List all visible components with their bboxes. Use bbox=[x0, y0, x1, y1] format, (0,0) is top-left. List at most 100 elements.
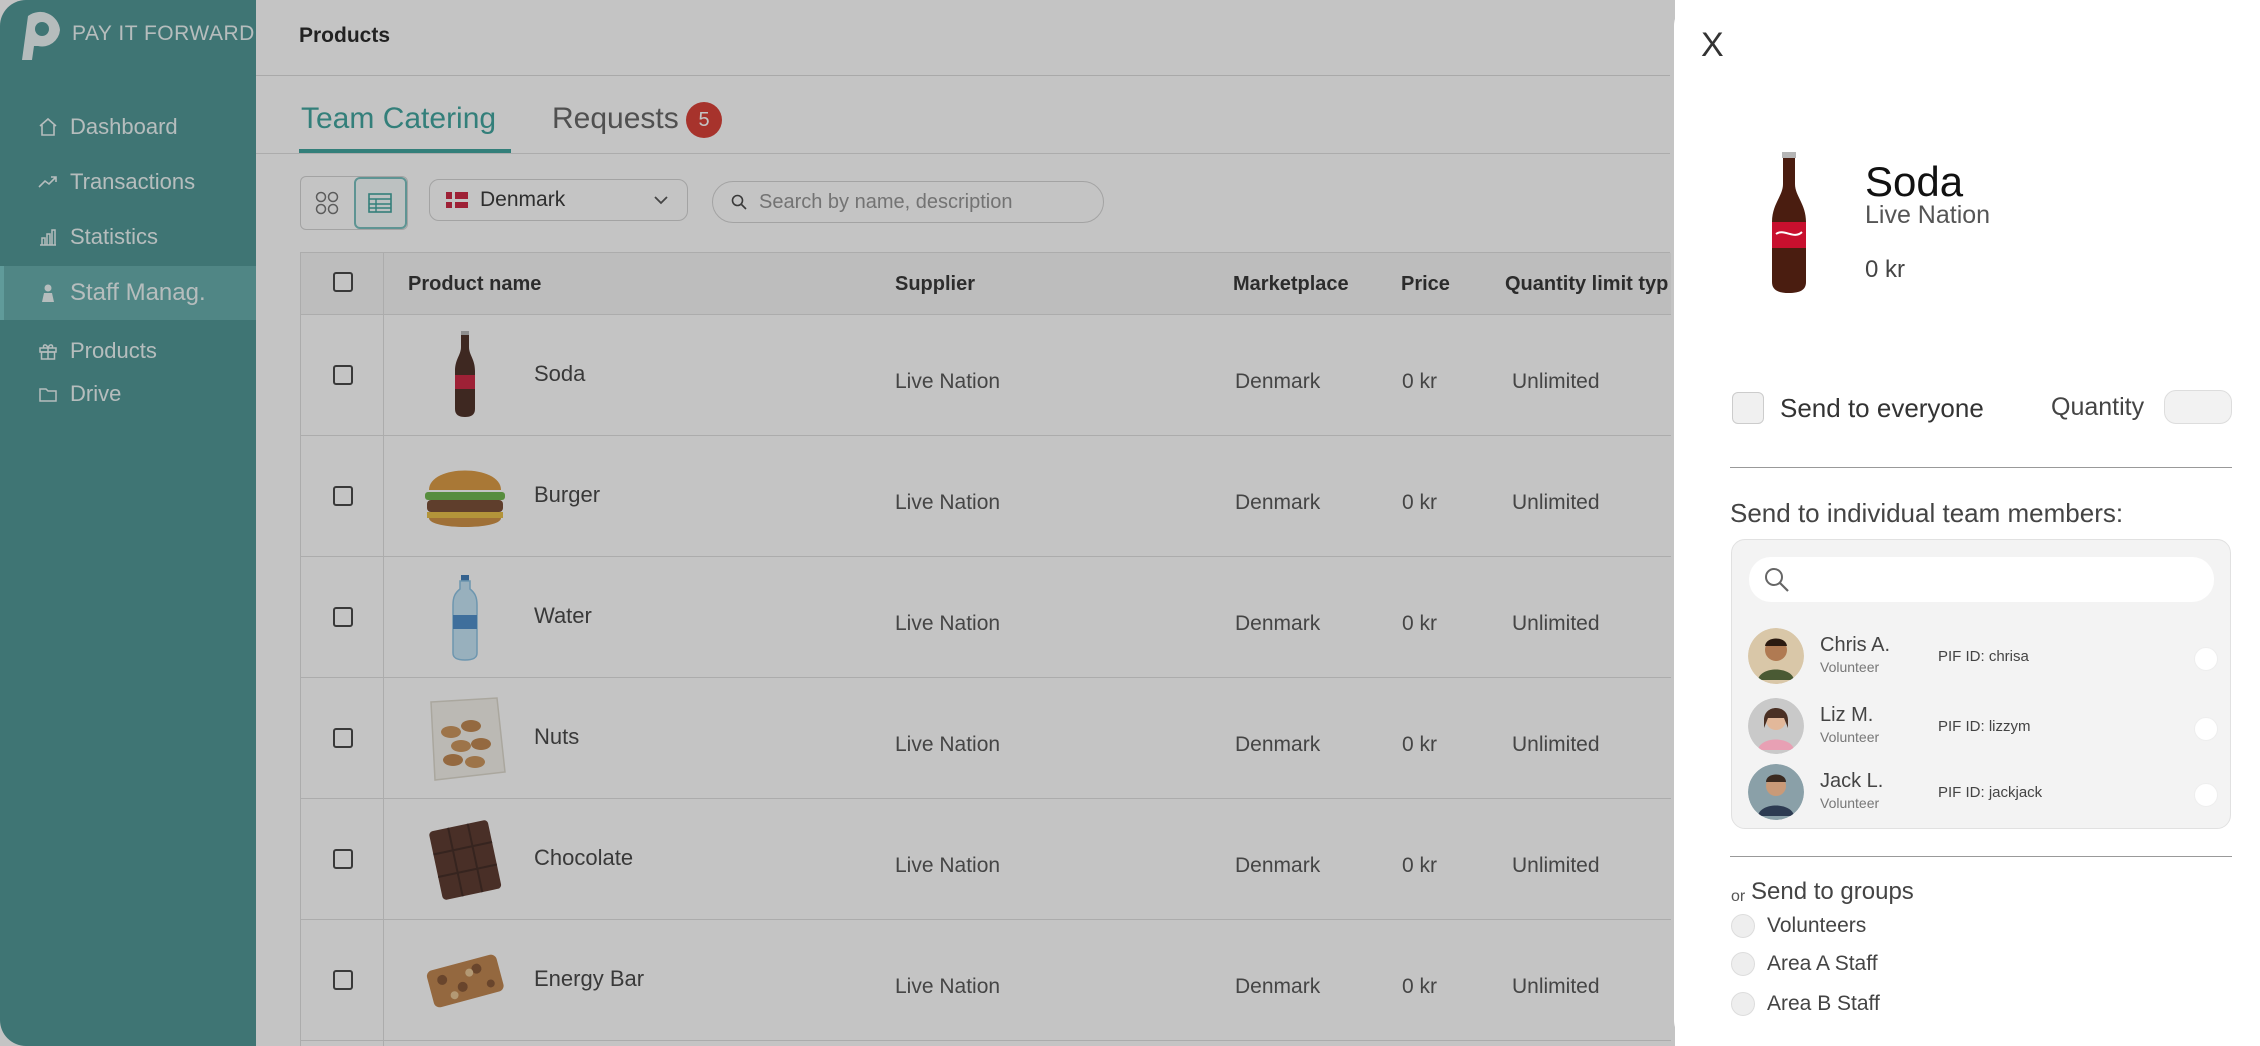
gift-icon bbox=[39, 344, 57, 360]
tab-bar: Team Catering Requests 5 bbox=[256, 78, 1670, 154]
table-view-button[interactable] bbox=[353, 177, 407, 229]
limit-cell: Unlimited bbox=[1512, 854, 1600, 877]
row-checkbox[interactable] bbox=[333, 486, 353, 506]
supplier-cell: Live Nation bbox=[895, 854, 1001, 877]
send-product-drawer: X Soda Live Nation 0 kr Send to everyone… bbox=[1674, 0, 2260, 1046]
avatar bbox=[1748, 628, 1804, 684]
home-icon bbox=[39, 117, 57, 136]
folder-icon bbox=[39, 388, 57, 402]
active-tab-indicator bbox=[299, 149, 511, 153]
table-row[interactable]: Water Live Nation Denmark 0 kr Unlimited bbox=[301, 557, 1671, 678]
product-name: Energy Bar bbox=[534, 966, 645, 991]
member-role: Volunteer bbox=[1820, 659, 1880, 675]
row-checkbox[interactable] bbox=[333, 728, 353, 748]
member-row[interactable]: Liz M. Volunteer PIF ID: lizzym bbox=[1748, 698, 2218, 756]
denmark-flag-icon bbox=[446, 192, 468, 208]
sidebar-item-dashboard[interactable]: Dashboard bbox=[0, 100, 256, 154]
member-pif-id: PIF ID: jackjack bbox=[1938, 784, 2043, 801]
table-row[interactable]: Nuts Live Nation Denmark 0 kr Unlimited bbox=[301, 678, 1671, 799]
grid-icon bbox=[316, 191, 339, 215]
row-checkbox[interactable] bbox=[333, 607, 353, 627]
tab-requests[interactable]: Requests bbox=[552, 102, 679, 136]
sidebar-item-staff-management[interactable]: Staff Manag. bbox=[0, 266, 256, 320]
group-option-area-b-staff[interactable]: Area B Staff bbox=[1731, 991, 1880, 1017]
close-button[interactable]: X bbox=[1701, 26, 1724, 65]
marketplace-cell: Denmark bbox=[1235, 612, 1321, 635]
table-row[interactable]: Energy Bar Live Nation Denmark 0 kr Unli… bbox=[301, 920, 1671, 1041]
marketplace-cell: Denmark bbox=[1235, 854, 1321, 877]
group-option-area-a-staff[interactable]: Area A Staff bbox=[1731, 951, 1878, 977]
member-select-radio[interactable] bbox=[2194, 783, 2218, 807]
country-select-value: Denmark bbox=[480, 188, 566, 211]
staff-icon bbox=[42, 284, 54, 302]
marketplace-cell: Denmark bbox=[1235, 491, 1321, 514]
limit-cell: Unlimited bbox=[1512, 733, 1600, 756]
row-checkbox[interactable] bbox=[333, 970, 353, 990]
quantity-label: Quantity bbox=[2051, 393, 2145, 421]
select-all-checkbox[interactable] bbox=[333, 272, 353, 292]
quantity-input[interactable] bbox=[2164, 390, 2232, 424]
column-header-supplier[interactable]: Supplier bbox=[895, 273, 975, 296]
row-checkbox[interactable] bbox=[333, 849, 353, 869]
limit-cell: Unlimited bbox=[1512, 975, 1600, 998]
column-header-product-name[interactable]: Product name bbox=[408, 273, 541, 296]
product-search[interactable] bbox=[712, 181, 1104, 223]
member-search-input[interactable] bbox=[1749, 557, 2214, 602]
table-row[interactable]: Chocolate Live Nation Denmark 0 kr Unlim… bbox=[301, 799, 1671, 920]
nuts-bag-image bbox=[430, 697, 506, 781]
price-cell: 0 kr bbox=[1402, 854, 1438, 877]
member-row[interactable]: Jack L. Volunteer PIF ID: jackjack bbox=[1748, 764, 2218, 822]
sidebar-item-label: Statistics bbox=[70, 224, 159, 249]
grid-view-button[interactable] bbox=[301, 177, 354, 229]
member-select-radio[interactable] bbox=[2194, 717, 2218, 741]
page-title: Products bbox=[299, 24, 391, 47]
marketplace-cell: Denmark bbox=[1235, 975, 1321, 998]
group-radio[interactable] bbox=[1731, 914, 1755, 938]
sidebar-item-drive[interactable]: Drive bbox=[0, 367, 256, 421]
energy-bar-image bbox=[426, 954, 504, 1008]
search-icon bbox=[1765, 567, 1789, 592]
product-search-input[interactable] bbox=[759, 190, 1079, 214]
group-option-volunteers[interactable]: Volunteers bbox=[1731, 913, 1866, 939]
avatar bbox=[1748, 698, 1804, 754]
marketplace-cell: Denmark bbox=[1235, 733, 1321, 756]
supplier-cell: Live Nation bbox=[895, 370, 1001, 393]
sidebar-item-label: Products bbox=[70, 338, 157, 363]
column-header-marketplace[interactable]: Marketplace bbox=[1233, 273, 1349, 296]
table-row[interactable]: Burger Live Nation Denmark 0 kr Unlimite… bbox=[301, 436, 1671, 557]
sidebar-item-statistics[interactable]: Statistics bbox=[0, 210, 256, 264]
group-radio[interactable] bbox=[1731, 952, 1755, 976]
member-role: Volunteer bbox=[1820, 795, 1880, 811]
chevron-down-icon bbox=[654, 196, 668, 205]
group-label: Area A Staff bbox=[1767, 952, 1878, 975]
chocolate-image bbox=[429, 820, 502, 900]
tab-team-catering[interactable]: Team Catering bbox=[301, 102, 496, 136]
column-header-quantity-limit-type[interactable]: Quantity limit typ bbox=[1505, 273, 1668, 296]
group-radio[interactable] bbox=[1731, 992, 1755, 1016]
column-header-price[interactable]: Price bbox=[1401, 273, 1450, 296]
row-checkbox[interactable] bbox=[333, 365, 353, 385]
send-to-groups-label: Send to groups bbox=[1751, 878, 1914, 905]
table-row[interactable]: Soda Live Nation Denmark 0 kr Unlimited bbox=[301, 315, 1671, 436]
country-select[interactable]: Denmark bbox=[429, 179, 688, 221]
divider bbox=[1730, 467, 2232, 468]
sidebar-item-transactions[interactable]: Transactions bbox=[0, 155, 256, 209]
member-name: Chris A. bbox=[1820, 634, 1891, 656]
product-name: Water bbox=[534, 603, 592, 628]
product-supplier: Live Nation bbox=[1865, 201, 1991, 229]
member-pif-id: PIF ID: chrisa bbox=[1938, 648, 2029, 665]
groups-or-label: or bbox=[1731, 888, 1746, 905]
product-name: Burger bbox=[534, 482, 601, 507]
sidebar-item-label: Drive bbox=[70, 381, 122, 406]
product-name: Soda bbox=[534, 361, 586, 386]
sidebar-nav-items: Dashboard Transactions Statistics Staff … bbox=[0, 0, 256, 1046]
supplier-cell: Live Nation bbox=[895, 612, 1001, 635]
group-label: Volunteers bbox=[1767, 914, 1867, 937]
member-row[interactable]: Chris A. Volunteer PIF ID: chrisa bbox=[1748, 628, 2218, 686]
individual-members-label: Send to individual team members: bbox=[1730, 498, 2124, 528]
top-bar: Products bbox=[256, 0, 1670, 76]
member-pif-id: PIF ID: lizzym bbox=[1938, 718, 2031, 735]
send-to-everyone-checkbox[interactable] bbox=[1732, 392, 1764, 424]
member-select-radio[interactable] bbox=[2194, 647, 2218, 671]
price-cell: 0 kr bbox=[1402, 975, 1438, 998]
